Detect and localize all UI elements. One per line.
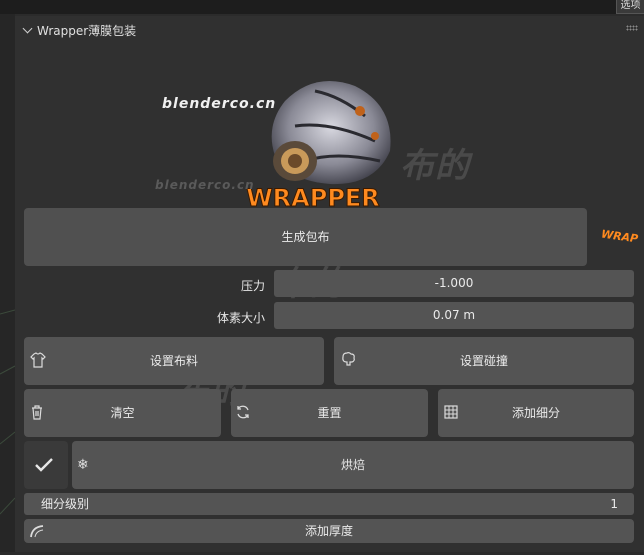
panel-header[interactable]: Wrapper薄膜包装: [15, 16, 644, 44]
watermark-brand: 布的: [400, 146, 470, 186]
add-thickness-label: 添加厚度: [304, 524, 353, 538]
generate-wrap-label: 生成包布: [281, 230, 330, 244]
wrap-badge: WRAP: [600, 227, 639, 246]
wrapper-panel: Wrapper薄膜包装 WRAPPER blenderco.cn blender…: [15, 16, 644, 552]
bake-toggle[interactable]: [24, 441, 68, 489]
set-collision-label: 设置碰撞: [459, 354, 508, 368]
subdiv-level-label: 细分级别: [41, 497, 90, 511]
add-subdiv-label: 添加细分: [511, 406, 560, 420]
snowflake-icon: ❄: [77, 457, 89, 473]
add-subdiv-button[interactable]: 添加细分: [438, 389, 634, 437]
generate-wrap-button[interactable]: 生成包布: [24, 208, 587, 266]
clear-label: 清空: [110, 406, 135, 420]
set-collision-button[interactable]: 设置碰撞: [334, 337, 634, 385]
set-cloth-button[interactable]: 设置布料: [24, 337, 324, 385]
watermark-site-faint: blenderco.cn: [155, 178, 255, 192]
trash-icon: [32, 405, 42, 420]
arc-icon: [30, 525, 44, 538]
logo-illustration: WRAPPER: [246, 81, 391, 213]
options-tab[interactable]: 选项: [616, 0, 644, 14]
viewport-grid-lines: [0, 309, 16, 515]
reset-button[interactable]: 重置: [231, 389, 428, 437]
pressure-label: 压力: [240, 279, 265, 293]
drag-grip-icon[interactable]: [626, 25, 638, 31]
bake-button[interactable]: ❄ 烘焙: [72, 441, 634, 489]
voxel-size-field[interactable]: 0.07 m: [274, 302, 634, 329]
voxel-size-value: 0.07 m: [432, 308, 476, 322]
clear-button[interactable]: 清空: [24, 389, 221, 437]
voxel-size-label: 体素大小: [216, 311, 265, 325]
grid-icon: [444, 405, 458, 419]
wrapper-logo: WRAPPER: [245, 66, 415, 216]
brain-icon: [342, 352, 355, 366]
top-bar: [0, 0, 644, 14]
add-thickness-button[interactable]: 添加厚度: [24, 519, 634, 543]
subdiv-level-value: 1: [610, 497, 618, 511]
refresh-icon: [237, 405, 249, 419]
subdiv-level-field[interactable]: 细分级别 1: [24, 493, 634, 515]
pressure-value: -1.000: [434, 276, 474, 290]
checkmark-icon: [35, 458, 53, 472]
reset-label: 重置: [317, 406, 342, 420]
watermark-site: blenderco.cn: [162, 96, 277, 112]
panel-title: Wrapper薄膜包装: [37, 24, 137, 38]
bake-label: 烘焙: [340, 458, 365, 472]
shirt-icon: [30, 352, 46, 368]
chevron-down-icon[interactable]: [22, 23, 33, 34]
left-viewport-edge: [0, 14, 16, 552]
pressure-field[interactable]: -1.000: [274, 270, 634, 297]
set-cloth-label: 设置布料: [149, 354, 198, 368]
